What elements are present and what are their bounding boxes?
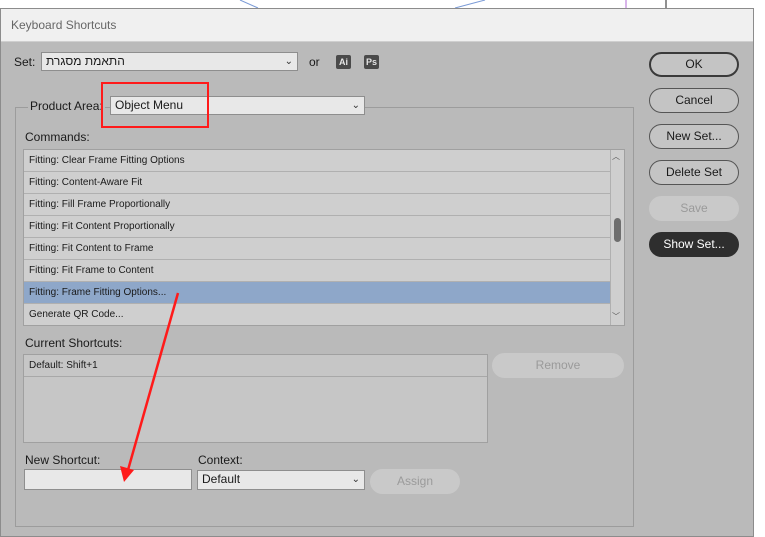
list-item[interactable]: Default: Shift+1 — [24, 355, 487, 377]
context-value: Default — [202, 472, 241, 486]
list-item[interactable]: Fitting: Fit Frame to Content — [24, 260, 612, 282]
current-shortcuts-list[interactable]: Default: Shift+1 — [23, 354, 488, 443]
new-shortcut-label: New Shortcut: — [25, 453, 101, 467]
list-item[interactable]: Fitting: Fill Frame Proportionally — [24, 194, 612, 216]
ok-button[interactable]: OK — [649, 52, 739, 77]
show-set-button[interactable]: Show Set... — [649, 232, 739, 257]
chevron-down-icon: ⌄ — [351, 474, 360, 485]
list-item[interactable]: Fitting: Fit Content Proportionally — [24, 216, 612, 238]
save-button[interactable]: Save — [649, 196, 739, 221]
window-title: Keyboard Shortcuts — [11, 18, 117, 32]
assign-button[interactable]: Assign — [370, 469, 460, 494]
product-area-dropdown[interactable]: Object Menu ⌄ — [110, 96, 365, 115]
commands-list[interactable]: Fitting: Clear Frame Fitting Options Fit… — [23, 149, 625, 326]
set-label: Set: — [14, 55, 36, 69]
cancel-button[interactable]: Cancel — [649, 88, 739, 113]
set-value: התאמת מסגרת — [46, 54, 125, 68]
new-set-button[interactable]: New Set... — [649, 124, 739, 149]
product-area-label: Product Area: — [28, 99, 105, 113]
commands-label: Commands: — [25, 130, 90, 144]
new-shortcut-input[interactable] — [24, 469, 192, 490]
context-label: Context: — [198, 453, 243, 467]
commands-scrollbar[interactable]: ︿ ﹀ — [610, 150, 624, 325]
product-area-value: Object Menu — [115, 98, 184, 112]
delete-set-button[interactable]: Delete Set — [649, 160, 739, 185]
list-item[interactable]: Fitting: Fit Content to Frame — [24, 238, 612, 260]
scroll-thumb[interactable] — [614, 218, 621, 242]
remove-button[interactable]: Remove — [492, 353, 624, 378]
list-item[interactable]: Fitting: Content-Aware Fit — [24, 172, 612, 194]
chevron-down-icon: ⌄ — [284, 56, 293, 67]
or-label: or — [309, 55, 320, 69]
photoshop-badge-icon[interactable]: Ps — [364, 55, 379, 69]
title-bar[interactable]: Keyboard Shortcuts — [1, 9, 753, 42]
context-dropdown[interactable]: Default ⌄ — [197, 470, 365, 490]
list-item[interactable]: Generate QR Code... — [24, 304, 612, 325]
keyboard-shortcuts-dialog: Keyboard Shortcuts Set: התאמת מסגרת ⌄ or… — [0, 8, 754, 537]
chevron-down-icon: ⌄ — [351, 100, 360, 111]
chevron-up-icon[interactable]: ︿ — [612, 151, 620, 162]
illustrator-badge-icon[interactable]: Ai — [336, 55, 351, 69]
list-item[interactable]: Fitting: Clear Frame Fitting Options — [24, 150, 612, 172]
current-shortcuts-label: Current Shortcuts: — [25, 336, 123, 350]
list-item-selected[interactable]: Fitting: Frame Fitting Options... — [24, 282, 612, 304]
chevron-down-icon[interactable]: ﹀ — [612, 311, 620, 322]
set-dropdown[interactable]: התאמת מסגרת ⌄ — [41, 52, 298, 71]
